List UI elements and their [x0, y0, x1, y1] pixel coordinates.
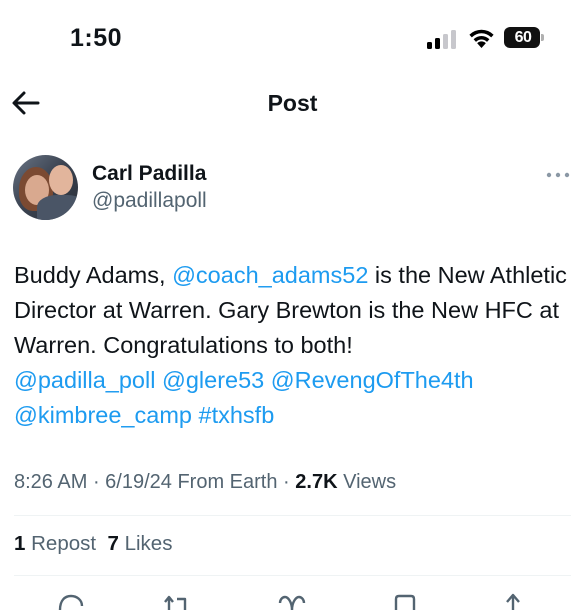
mention-link[interactable]: @kimbree_camp [14, 402, 192, 428]
post-stats: 1 Repost 7 Likes [14, 532, 172, 556]
mention-link[interactable]: @coach_adams52 [172, 262, 368, 288]
avatar[interactable] [13, 155, 78, 220]
views-label: Views [343, 471, 397, 493]
bookmark-icon[interactable] [390, 590, 420, 610]
share-icon[interactable] [498, 590, 528, 610]
wifi-icon [469, 29, 494, 48]
battery-tip [541, 34, 544, 41]
reposts-label: Repost [31, 532, 97, 555]
mention-link[interactable]: @padilla_poll [14, 367, 155, 393]
status-bar: 1:50 60 [0, 0, 585, 78]
post-time[interactable]: 8:26 AM [14, 471, 87, 493]
divider [14, 575, 571, 576]
divider [14, 515, 571, 516]
likes-label: Likes [124, 532, 173, 555]
repost-icon[interactable] [163, 590, 193, 610]
battery-level: 60 [514, 29, 532, 46]
reply-icon[interactable] [56, 590, 86, 610]
likes-count: 7 [107, 532, 119, 555]
likes-stat[interactable]: 7 Likes [107, 532, 172, 555]
like-icon[interactable] [277, 590, 307, 610]
hashtag-link[interactable]: #txhsfb [199, 402, 275, 428]
status-time: 1:50 [70, 24, 123, 52]
author-name[interactable]: Carl Padilla [92, 162, 206, 186]
post-author: Carl Padilla @padillapoll [0, 150, 585, 230]
mention-link[interactable]: @RevengOfThe4th [271, 367, 474, 393]
author-handle[interactable]: @padillapoll [92, 189, 207, 213]
reposts-count: 1 [14, 532, 26, 555]
cellular-signal-icon [427, 29, 459, 49]
post-text: Buddy Adams, @coach_adams52 is the New A… [14, 258, 574, 433]
post-header: Post [0, 78, 585, 130]
views-count: 2.7K [295, 471, 338, 493]
reposts-stat[interactable]: 1 Repost [14, 532, 96, 555]
action-bar [0, 590, 585, 610]
page-title: Post [267, 90, 318, 116]
post-source: From Earth [177, 471, 278, 493]
post-text-segment: Buddy Adams, [14, 262, 173, 288]
mention-link[interactable]: @glere53 [162, 367, 264, 393]
battery-icon: 60 [504, 27, 540, 48]
post-meta: 8:26 AM · 6/19/24 From Earth · 2.7K View… [14, 471, 397, 493]
post-date[interactable]: 6/19/24 [105, 471, 172, 493]
more-options-button[interactable] [545, 168, 571, 182]
